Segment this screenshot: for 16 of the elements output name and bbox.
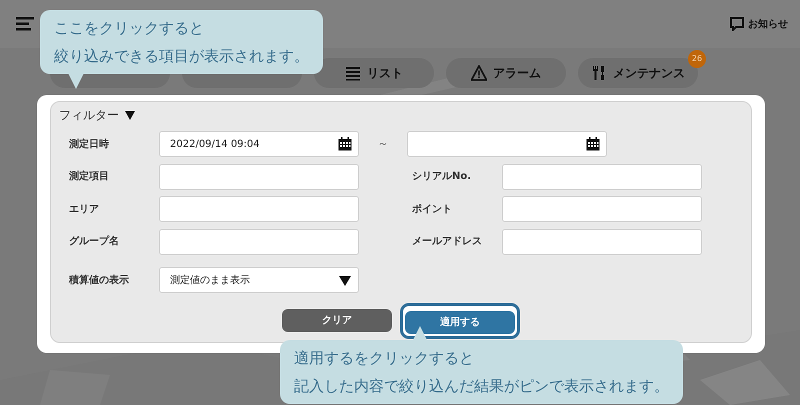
field-value: 2022/09/14 09:04 [170,138,260,152]
field-label: 測定日時 [69,137,110,152]
field-label: メールアドレス [412,235,483,250]
field-label: シリアルNo. [412,170,472,184]
callout-text: ここをクリックすると [54,18,204,39]
callout-text: 絞り込みできる項目が表示されます。 [54,46,309,67]
callout-text: 記入した内容で絞り込んだ結果がピンで表示されます。 [294,376,669,397]
field-label: 測定項目 [69,169,110,184]
field-label: ポイント [412,202,453,217]
field-value: 測定値のまま表示 [170,274,250,288]
field-label: 積算値の表示 [69,274,130,288]
field-label: エリア [69,202,100,217]
range-separator: ～ [376,136,390,152]
callout-text: 適用するをクリックすると [294,348,474,369]
field-label: グループ名 [69,234,120,250]
count-badge: 26 [688,50,706,68]
